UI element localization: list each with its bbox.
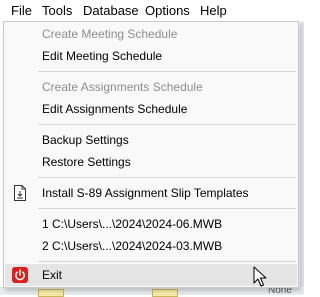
menu-item-label: Create Assignments Schedule bbox=[42, 80, 203, 94]
background-highlight-cell bbox=[152, 289, 178, 297]
menu-item-label: Install S-89 Assignment Slip Templates bbox=[42, 186, 249, 200]
menu-separator bbox=[38, 177, 296, 178]
menu-item-recent-file-1[interactable]: 1 C:\Users\...\2024\2024-06.MWB bbox=[5, 213, 297, 235]
menu-item-install-templates[interactable]: Install S-89 Assignment Slip Templates bbox=[5, 182, 297, 204]
menu-bar: File Tools Database Options Help bbox=[0, 0, 304, 22]
menu-help[interactable]: Help bbox=[200, 0, 227, 22]
menu-separator bbox=[38, 261, 296, 262]
document-icon bbox=[14, 185, 26, 201]
background-highlight-cell bbox=[38, 289, 64, 297]
menu-separator bbox=[38, 208, 296, 209]
menu-item-label: Restore Settings bbox=[42, 155, 131, 169]
menu-item-recent-file-2[interactable]: 2 C:\Users\...\2024\2024-03.MWB bbox=[5, 235, 297, 257]
menu-item-create-meeting-schedule: Create Meeting Schedule bbox=[5, 23, 297, 45]
menu-item-edit-assignments-schedule[interactable]: Edit Assignments Schedule bbox=[5, 98, 297, 120]
menu-item-create-assignments-schedule: Create Assignments Schedule bbox=[5, 76, 297, 98]
menu-item-label: Exit bbox=[42, 268, 63, 282]
background-window-edge bbox=[300, 22, 304, 295]
menu-separator bbox=[38, 124, 296, 125]
menu-tools[interactable]: Tools bbox=[42, 0, 72, 22]
menu-item-edit-meeting-schedule[interactable]: Edit Meeting Schedule bbox=[5, 45, 297, 67]
menu-item-backup-settings[interactable]: Backup Settings bbox=[5, 129, 297, 151]
menu-item-label: 1 C:\Users\...\2024\2024-06.MWB bbox=[42, 217, 223, 231]
menu-database[interactable]: Database bbox=[83, 0, 139, 22]
menu-item-label: Edit Assignments Schedule bbox=[42, 102, 188, 116]
menu-options[interactable]: Options bbox=[145, 0, 190, 22]
menu-item-label: Backup Settings bbox=[42, 133, 129, 147]
menu-item-label: Edit Meeting Schedule bbox=[42, 49, 163, 63]
menu-item-label: Create Meeting Schedule bbox=[42, 27, 178, 41]
power-icon bbox=[12, 267, 28, 283]
mouse-pointer-icon bbox=[253, 266, 267, 287]
menu-item-label: 2 C:\Users\...\2024\2024-03.MWB bbox=[42, 239, 223, 253]
menu-file[interactable]: File bbox=[11, 0, 32, 22]
menu-item-restore-settings[interactable]: Restore Settings bbox=[5, 151, 297, 173]
file-menu-dropdown: Create Meeting Schedule Edit Meeting Sch… bbox=[3, 21, 299, 288]
menu-separator bbox=[38, 71, 296, 72]
power-symbol bbox=[15, 269, 25, 281]
